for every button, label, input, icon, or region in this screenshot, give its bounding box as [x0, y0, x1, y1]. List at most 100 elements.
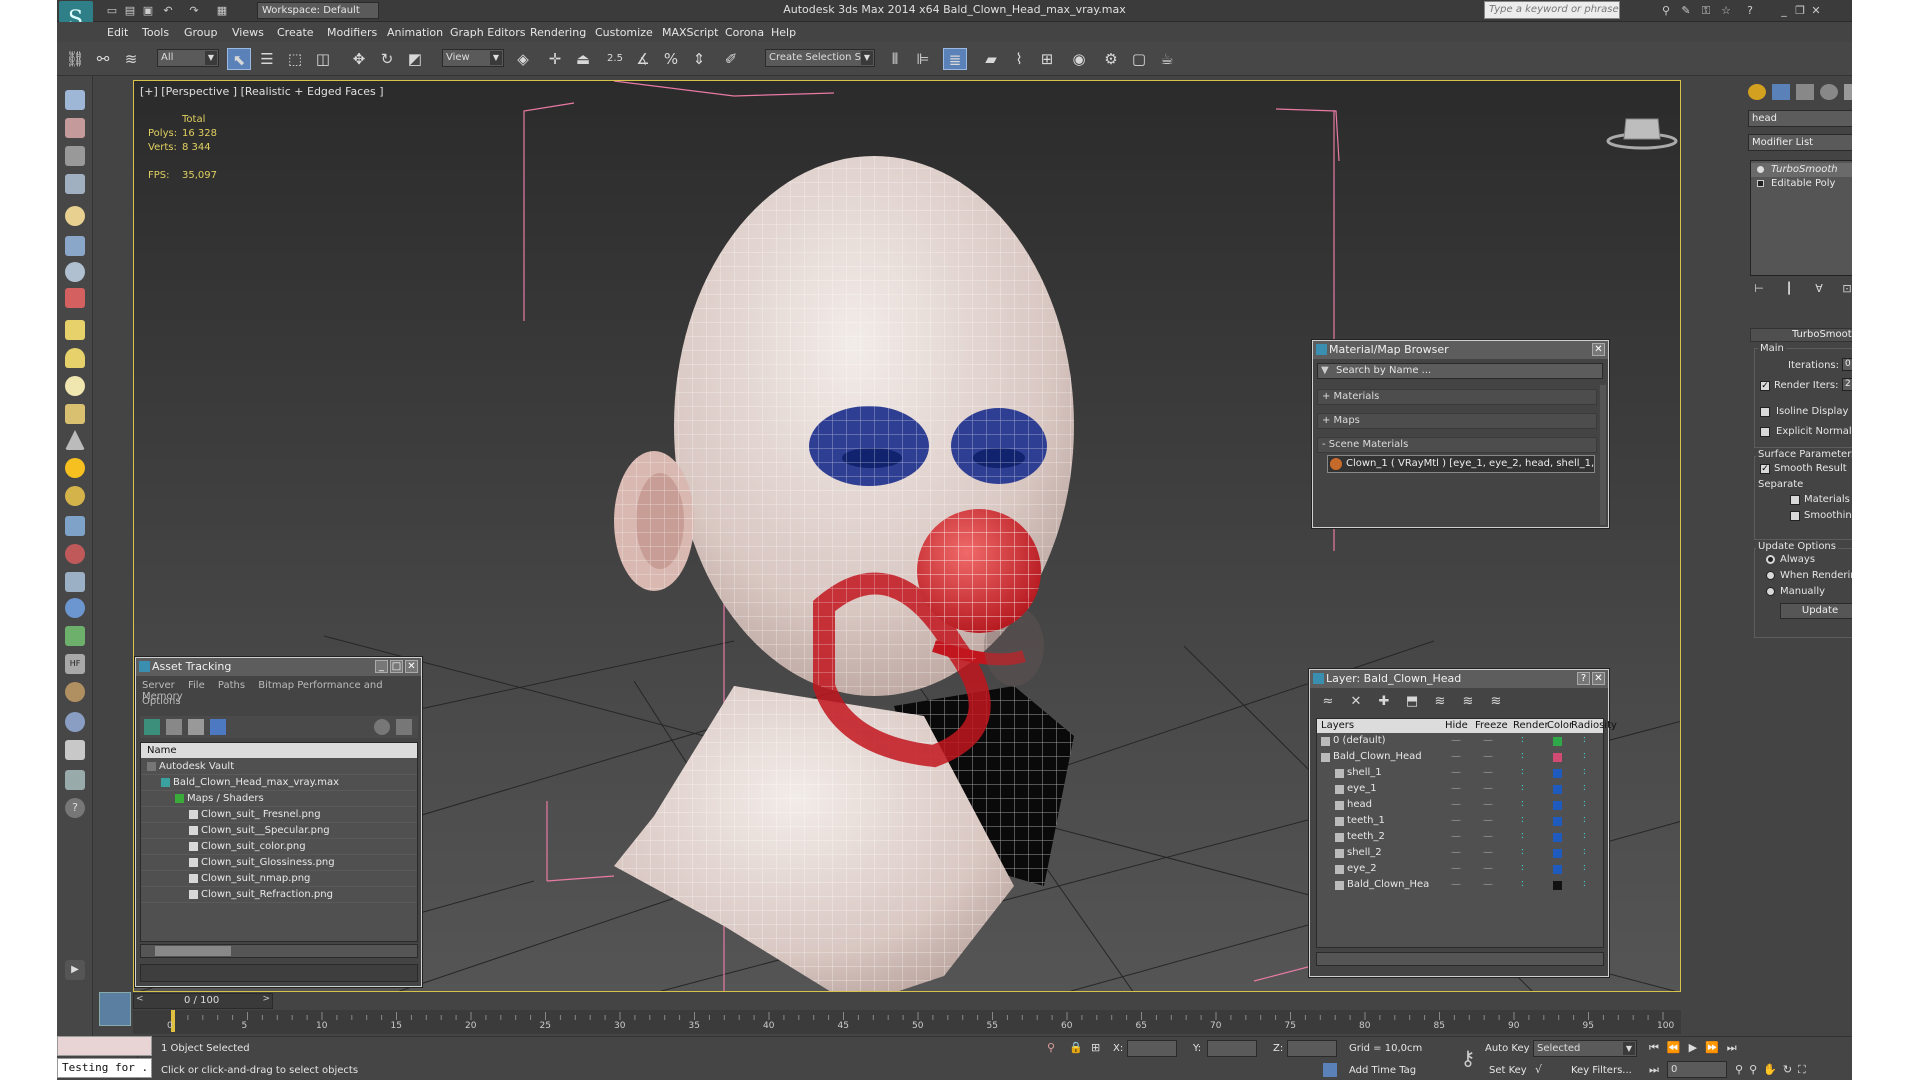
hide-toggle-icon[interactable]: —: [1451, 749, 1461, 765]
hair-fur-icon[interactable]: HF: [65, 654, 85, 674]
menu-views[interactable]: Views: [232, 26, 264, 39]
set-key-icon[interactable]: ⚷: [1453, 1043, 1483, 1073]
layer-color-swatch[interactable]: [1553, 865, 1562, 874]
cloth-icon[interactable]: [65, 682, 85, 702]
radiosity-toggle-icon[interactable]: ∶: [1583, 797, 1586, 813]
asset-tree-row[interactable]: Maps / Shaders: [141, 791, 417, 807]
spline-icon[interactable]: [65, 516, 85, 536]
remove-modifier-icon[interactable]: ⊡: [1838, 280, 1852, 298]
turbosmooth-rollout[interactable]: TurboSmooth: [1750, 328, 1852, 342]
asset-column-name[interactable]: Name: [141, 743, 417, 758]
material-browser-close-button[interactable]: ✕: [1592, 343, 1605, 356]
stack-item-editable-poly[interactable]: Editable Poly: [1751, 177, 1852, 191]
box-icon[interactable]: [65, 320, 85, 340]
layer-row[interactable]: Bald_Clown_Hea — — ∶ ∶: [1317, 877, 1603, 893]
orbit-icon[interactable]: ↻: [1783, 1063, 1798, 1076]
sheet-icon[interactable]: [65, 174, 85, 194]
binoculars-icon[interactable]: ⚲: [1659, 4, 1673, 17]
render-iters-spinner[interactable]: 2: [1842, 378, 1852, 391]
layer-manager-icon[interactable]: ≣: [943, 48, 967, 70]
biped-icon[interactable]: [65, 572, 85, 592]
asset-tree-row[interactable]: Bald_Clown_Head_max_vray.max: [141, 775, 417, 791]
list-view-icon[interactable]: [166, 719, 182, 735]
key-curve-icon[interactable]: √: [1535, 1063, 1549, 1077]
layer-row[interactable]: 0 (default) — — ∶ ∶: [1317, 733, 1603, 749]
batch-icon[interactable]: [65, 770, 85, 790]
unlink-icon[interactable]: ⚯: [91, 48, 115, 70]
menu-create[interactable]: Create: [277, 26, 314, 39]
particle-icon[interactable]: [65, 288, 85, 308]
always-radio[interactable]: [1766, 555, 1775, 564]
radiosity-toggle-icon[interactable]: ∶: [1583, 765, 1586, 781]
auto-key-button[interactable]: Auto Key: [1485, 1043, 1530, 1054]
hide-all-icon[interactable]: ≋: [1458, 692, 1478, 712]
asset-tracking-title-bar[interactable]: Asset Tracking _ □ ✕: [136, 658, 421, 676]
minimize-icon[interactable]: _: [1777, 4, 1791, 17]
pivot-center-icon[interactable]: ◈: [511, 48, 535, 70]
viewcube-icon[interactable]: [1604, 111, 1680, 151]
hide-toggle-icon[interactable]: —: [1451, 861, 1461, 877]
freeze-toggle-icon[interactable]: —: [1483, 813, 1493, 829]
z-coordinate-field[interactable]: [1287, 1040, 1337, 1057]
layer-row[interactable]: head — — ∶ ∶: [1317, 797, 1603, 813]
asset-close-button[interactable]: ✕: [405, 660, 418, 673]
render-toggle-icon[interactable]: ∶: [1521, 877, 1524, 893]
lightbulb-icon[interactable]: [1757, 166, 1764, 173]
freeze-toggle-icon[interactable]: —: [1483, 765, 1493, 781]
keyboard-shortcut-override-icon[interactable]: ⏏: [571, 48, 595, 70]
hide-toggle-icon[interactable]: —: [1451, 765, 1461, 781]
menu-customize[interactable]: Customize: [595, 26, 653, 39]
menu-group[interactable]: Group: [184, 26, 218, 39]
render-setup-icon[interactable]: ⚙: [1099, 48, 1123, 70]
radiosity-toggle-icon[interactable]: ∶: [1583, 733, 1586, 749]
menu-maxscript[interactable]: MAXScript: [662, 26, 718, 39]
layer-row[interactable]: Bald_Clown_Head — — ∶ ∶: [1317, 749, 1603, 765]
asset-maximize-button[interactable]: □: [390, 660, 403, 673]
layer-horizontal-scrollbar[interactable]: [1316, 952, 1604, 966]
menu-corona[interactable]: Corona: [725, 26, 764, 39]
materials-checkbox[interactable]: [1790, 495, 1800, 505]
isoline-display-checkbox[interactable]: [1760, 407, 1770, 417]
smooth-result-checkbox[interactable]: ✓: [1760, 464, 1770, 474]
select-by-name-icon[interactable]: ☰: [255, 48, 279, 70]
light-bulb-icon[interactable]: [65, 206, 85, 226]
hide-toggle-icon[interactable]: —: [1451, 797, 1461, 813]
layer-color-swatch[interactable]: [1553, 849, 1562, 858]
crowd-icon[interactable]: [65, 118, 85, 138]
material-browser-title-bar[interactable]: Material/Map Browser ✕: [1313, 341, 1608, 359]
selection-lock-icon[interactable]: 🔒: [1069, 1041, 1083, 1054]
asset-tree-row[interactable]: Clown_suit_Refraction.png: [141, 887, 417, 903]
torus-icon[interactable]: [65, 486, 85, 506]
scene-explorer-icon[interactable]: [65, 146, 85, 166]
camera-icon[interactable]: [65, 262, 85, 282]
manually-radio[interactable]: [1766, 587, 1775, 596]
iterations-spinner[interactable]: 0: [1842, 358, 1852, 371]
dome-icon[interactable]: [65, 348, 85, 368]
go-to-start-icon[interactable]: ⏮: [1649, 1041, 1667, 1054]
mirror-icon[interactable]: ⫴: [883, 48, 907, 70]
select-and-manipulate-icon[interactable]: ✛: [543, 48, 567, 70]
freeze-toggle-icon[interactable]: —: [1483, 845, 1493, 861]
asset-path-field[interactable]: [140, 964, 418, 982]
render-column[interactable]: Render: [1513, 719, 1549, 733]
asset-tree-row[interactable]: Clown_suit_color.png: [141, 839, 417, 855]
table-view-icon[interactable]: [210, 719, 226, 735]
select-and-scale-icon[interactable]: ◩: [403, 48, 427, 70]
render-toggle-icon[interactable]: ∶: [1521, 765, 1524, 781]
layer-color-swatch[interactable]: [1553, 769, 1562, 778]
menu-rendering[interactable]: Rendering: [530, 26, 586, 39]
radiosity-column[interactable]: Radiosity: [1571, 719, 1617, 733]
tools-icon[interactable]: ✎: [1679, 4, 1693, 17]
asset-menu-file[interactable]: File: [188, 680, 205, 691]
hide-toggle-icon[interactable]: —: [1451, 877, 1461, 893]
star-icon[interactable]: ☆: [1719, 4, 1733, 17]
window-crossing-icon[interactable]: ◫: [311, 48, 335, 70]
maximize-viewport-icon[interactable]: ⛶: [1798, 1063, 1812, 1076]
edit-named-selection-icon[interactable]: ✐: [719, 48, 743, 70]
layer-color-swatch[interactable]: [1553, 817, 1562, 826]
asset-tree-row[interactable]: Clown_suit__Specular.png: [141, 823, 417, 839]
stack-item-turbosmooth[interactable]: TurboSmooth: [1751, 163, 1852, 177]
slider-next-icon[interactable]: >: [262, 994, 270, 1004]
help-icon[interactable]: ?: [1743, 4, 1757, 17]
delete-layer-icon[interactable]: ✕: [1346, 692, 1366, 712]
